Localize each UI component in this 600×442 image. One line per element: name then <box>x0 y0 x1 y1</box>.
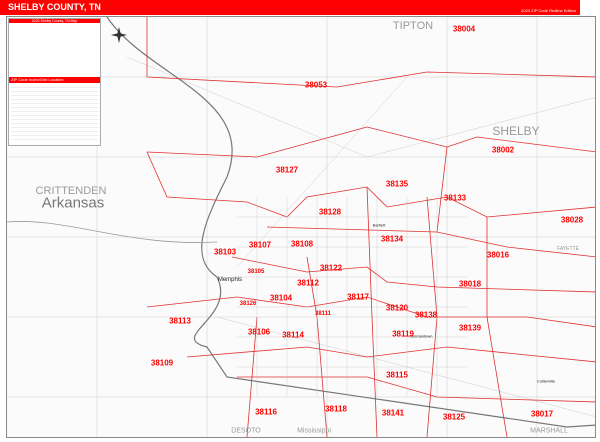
publisher-logo <box>582 0 600 15</box>
county-label-shelby: SHELBY <box>492 124 540 138</box>
zip-label: 38105 <box>247 269 265 275</box>
zip-label: 38120 <box>385 303 409 313</box>
zip-label: 38016 <box>486 250 510 260</box>
zip-label: 38053 <box>304 80 328 90</box>
county-label-tipton: TIPTON <box>392 20 434 32</box>
zip-label: 38138 <box>414 310 438 320</box>
zip-index-table <box>9 83 100 141</box>
zip-label: 38017 <box>530 409 554 419</box>
city-label-memphis: Memphis <box>217 277 243 283</box>
zip-label: 38128 <box>318 207 342 217</box>
zip-label: 38018 <box>458 279 482 289</box>
zip-label: 38109 <box>150 358 174 368</box>
city-label-collierville: Collierville <box>536 378 556 384</box>
map-canvas[interactable]: 2023 Shelby County, TN Map ZIP Code Inde… <box>6 16 596 438</box>
zip-label: 38113 <box>169 316 191 326</box>
zip-label: 38139 <box>458 323 482 333</box>
zip-label: 38108 <box>290 239 314 249</box>
zip-label: 38126 <box>239 301 257 307</box>
zip-label: 38117 <box>347 292 369 302</box>
zip-label: 38002 <box>491 145 515 155</box>
edition-label: 2023 ZIP Code Redline Edition <box>521 8 576 13</box>
map-title: SHELBY COUNTY, TN <box>8 2 101 12</box>
zip-label: 38028 <box>560 215 584 225</box>
zip-label: 38103 <box>213 247 237 257</box>
zip-label: 38134 <box>380 234 404 244</box>
zip-label: 38135 <box>385 179 409 189</box>
zip-label: 38122 <box>319 263 343 273</box>
zip-label: 38115 <box>386 370 408 380</box>
zip-label: 38141 <box>381 408 405 418</box>
zip-label: 38125 <box>442 412 466 422</box>
county-label-fayette: FAYETTE <box>557 246 579 252</box>
city-label-bartlett: Bartlett <box>372 222 386 228</box>
zip-label: 38004 <box>452 24 476 34</box>
zip-label: 38116 <box>255 407 277 417</box>
county-label-desoto: DESOTO <box>231 427 261 435</box>
zip-label: 38111 <box>314 311 332 317</box>
zip-label: 38112 <box>297 278 319 288</box>
map-legend: 2023 Shelby County, TN Map ZIP Code Inde… <box>8 18 101 146</box>
compass-icon <box>111 27 127 43</box>
zip-label: 38127 <box>275 165 299 175</box>
title-bar: SHELBY COUNTY, TN 2023 ZIP Code Redline … <box>0 0 580 15</box>
zip-label: 38104 <box>269 293 293 303</box>
zip-label: 38114 <box>282 330 304 340</box>
county-label-marshall: MARSHALL <box>530 427 568 435</box>
zip-label: 38118 <box>325 404 347 414</box>
state-label-arkansas: Arkansas <box>41 194 105 212</box>
zip-label: 38119 <box>392 329 414 339</box>
zip-label: 38107 <box>248 240 272 250</box>
state-label-mississippi: Mississippi <box>297 427 331 435</box>
zip-label: 38133 <box>443 193 467 203</box>
zip-label: 38106 <box>247 327 271 337</box>
